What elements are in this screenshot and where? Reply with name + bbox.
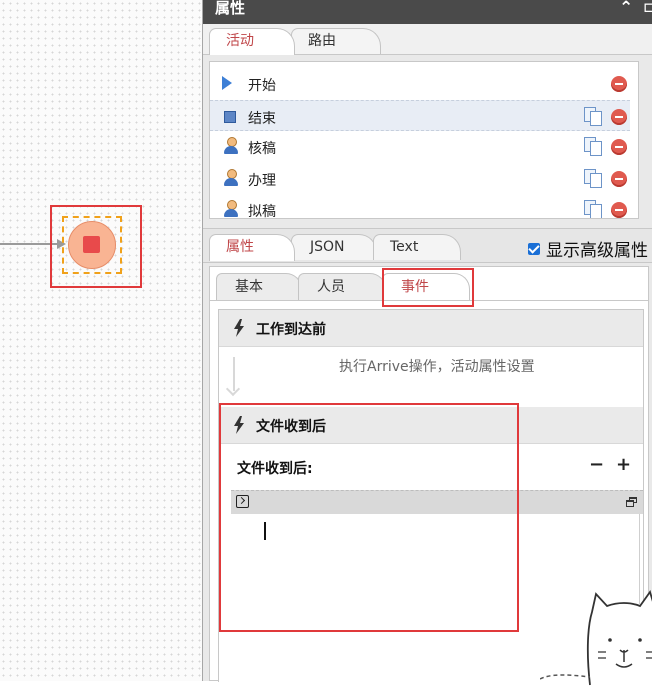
activity-list: 开始 结束 核稿 办理 拟稿 xyxy=(209,61,639,219)
show-advanced-toggle[interactable]: 显示高级属性 xyxy=(528,236,648,261)
user-icon xyxy=(222,169,240,187)
cat-tail-icon xyxy=(540,674,590,680)
tab-activity[interactable]: 活动 xyxy=(209,28,295,55)
copy-icon[interactable] xyxy=(584,107,602,126)
collapse-icon[interactable]: ⌃ xyxy=(619,0,633,18)
delete-icon[interactable] xyxy=(611,171,627,187)
tab-properties[interactable]: 属性 xyxy=(209,234,295,261)
collapse-button[interactable]: − xyxy=(589,454,604,475)
delete-icon[interactable] xyxy=(611,109,627,125)
delete-icon[interactable] xyxy=(611,76,627,92)
checkbox-icon[interactable] xyxy=(528,243,540,255)
inner-tabs: 基本 人员 事件 xyxy=(210,267,648,307)
flow-canvas[interactable] xyxy=(0,0,202,681)
copy-icon[interactable] xyxy=(584,169,602,188)
top-tabs: 活动 路由 xyxy=(203,24,652,55)
delete-icon[interactable] xyxy=(611,139,627,155)
cat-mascot-icon xyxy=(586,590,652,686)
arrow-down-icon xyxy=(233,357,235,391)
play-icon xyxy=(222,76,232,90)
tab-personnel[interactable]: 人员 xyxy=(298,273,386,300)
list-item-draft[interactable]: 拟稿 xyxy=(210,194,630,219)
arrive-event-title: 工作到达前 xyxy=(256,322,326,338)
events-tab-highlight-box xyxy=(382,268,474,307)
panel-titlebar: 属性 ⌃ ⊏ xyxy=(203,0,652,24)
restore-window-icon[interactable] xyxy=(626,497,637,507)
arrive-event-description: 执行Arrive操作，活动属性设置 xyxy=(339,359,535,375)
tab-json[interactable]: JSON xyxy=(291,234,377,260)
property-tabs: 属性 JSON Text 显示高级属性 xyxy=(203,228,652,263)
copy-icon[interactable] xyxy=(584,137,602,156)
tab-basic[interactable]: 基本 xyxy=(216,273,302,300)
expand-button[interactable]: + xyxy=(616,454,631,475)
list-item-label: 拟稿 xyxy=(248,204,276,219)
end-node-stop-icon xyxy=(83,236,100,253)
receive-event-highlight-box xyxy=(219,403,519,632)
stop-icon xyxy=(222,109,236,123)
copy-icon[interactable] xyxy=(584,200,602,218)
list-item-start[interactable]: 开始 xyxy=(210,68,630,99)
list-item-end[interactable]: 结束 xyxy=(210,100,630,131)
lightning-icon xyxy=(234,319,244,337)
delete-icon[interactable] xyxy=(611,202,627,218)
arrive-event-header[interactable]: 工作到达前 xyxy=(219,310,643,347)
tab-route[interactable]: 路由 xyxy=(291,28,381,54)
list-item-label: 结束 xyxy=(248,111,276,127)
show-advanced-label: 显示高级属性 xyxy=(546,241,648,261)
list-item-handle[interactable]: 办理 xyxy=(210,163,630,194)
tab-text[interactable]: Text xyxy=(373,234,461,260)
list-item-review[interactable]: 核稿 xyxy=(210,131,630,162)
user-icon xyxy=(222,200,240,218)
panel-title: 属性 xyxy=(215,0,246,17)
list-item-label: 办理 xyxy=(248,173,276,189)
more-icon[interactable]: ⊏ xyxy=(643,0,652,16)
list-item-label: 开始 xyxy=(248,78,276,94)
properties-panel: 属性 ⌃ ⊏ 活动 路由 开始 结束 核稿 办理 拟稿 属性 JSON Text… xyxy=(202,0,652,684)
user-icon xyxy=(222,137,240,155)
list-item-label: 核稿 xyxy=(248,141,276,157)
